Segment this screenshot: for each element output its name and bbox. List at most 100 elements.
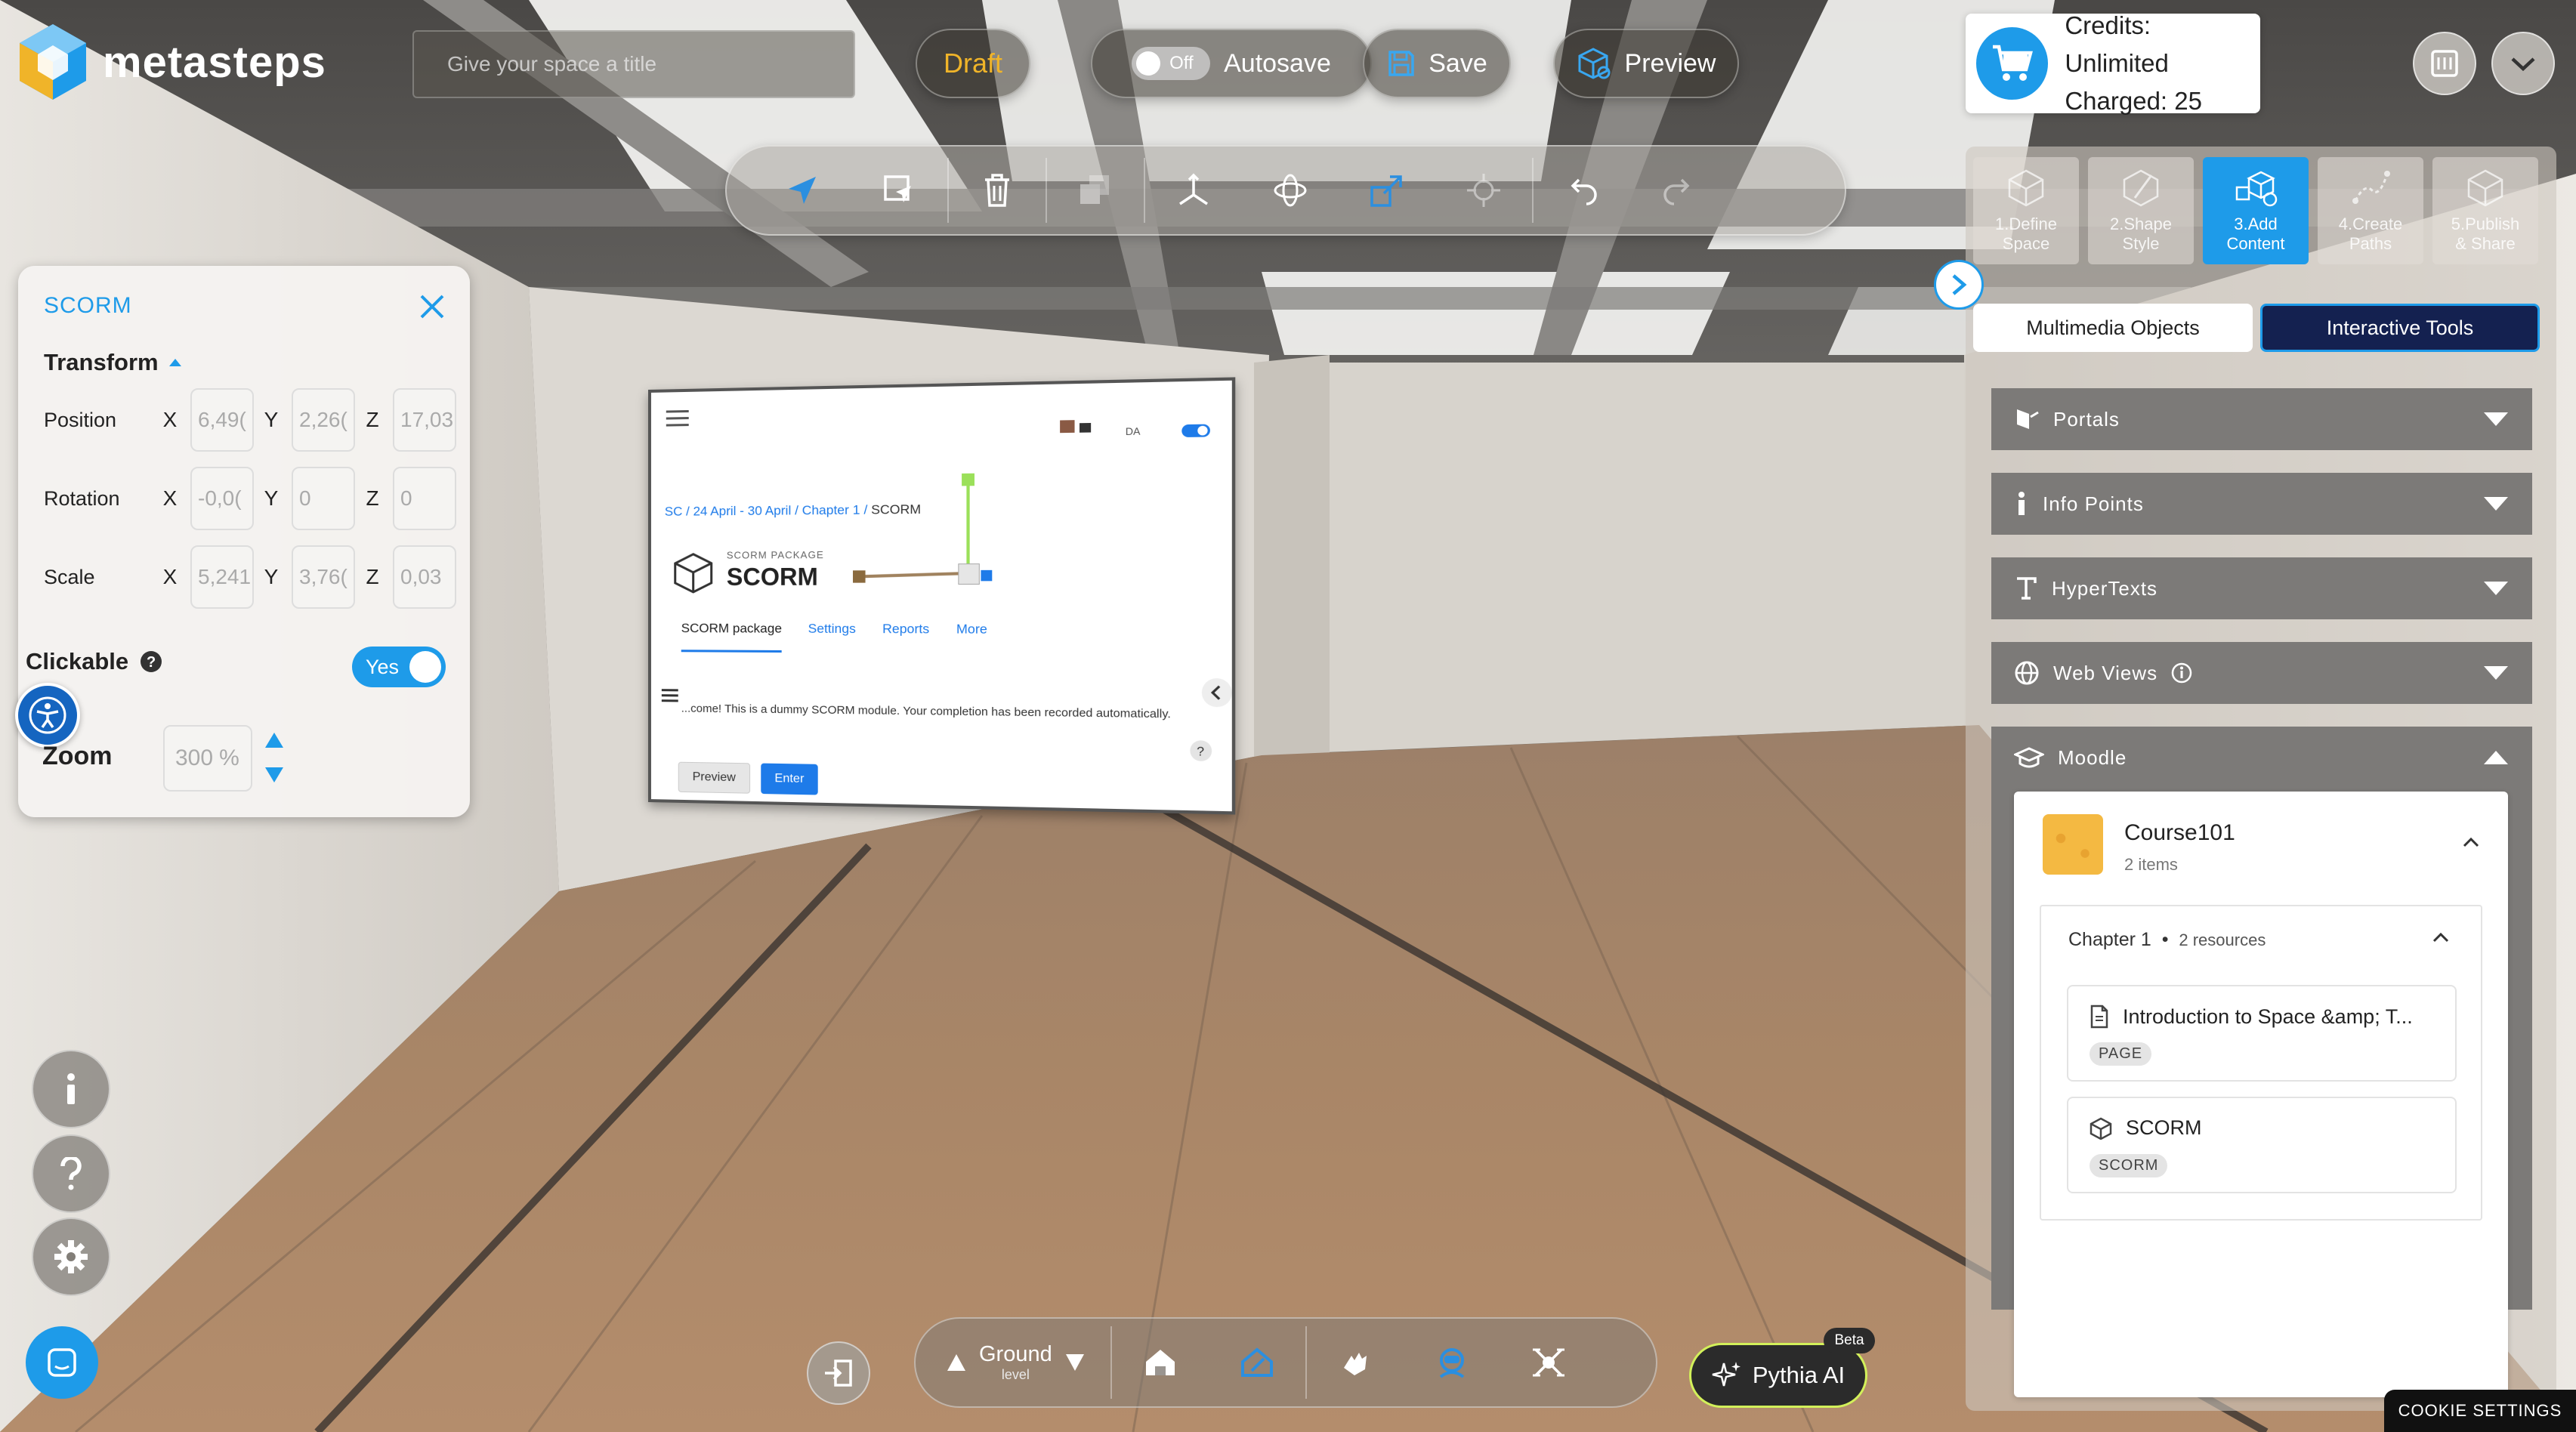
autosave-switch[interactable]: Off	[1132, 47, 1211, 80]
chevron-down-icon	[2484, 582, 2508, 595]
tool-select[interactable]	[754, 153, 851, 228]
position-row: Position X 6,49( Y 2,26( Z 17,03	[44, 388, 456, 452]
scorm-preview-button[interactable]: Preview	[678, 761, 751, 794]
position-y-input[interactable]: 2,26(	[292, 388, 355, 452]
accessibility-icon	[29, 696, 66, 734]
rotation-y-input[interactable]: 0	[292, 467, 355, 530]
course-item-count: 2 items	[2124, 855, 2178, 874]
scorm-preview-screen[interactable]: DA SC / 24 April - 30 April / Chapter 1 …	[648, 377, 1236, 815]
building-button[interactable]	[2413, 32, 2476, 95]
tool-undo[interactable]	[1534, 153, 1630, 228]
logo-text: metasteps	[103, 37, 326, 87]
text-icon	[2017, 577, 2037, 600]
step-add-content[interactable]: 3.Add Content	[2203, 157, 2309, 264]
section-hypertexts[interactable]: HyperTexts	[1991, 557, 2532, 619]
zoom-stepper-icon[interactable]	[263, 730, 286, 785]
tool-rotate[interactable]	[1242, 153, 1339, 228]
resource-item-page[interactable]: Introduction to Space &amp; T... PAGE	[2067, 985, 2457, 1082]
tab-multimedia-objects[interactable]: Multimedia Objects	[1973, 304, 2253, 352]
level-up-icon[interactable]	[946, 1353, 967, 1372]
chat-button[interactable]	[26, 1326, 98, 1399]
chapter-collapse-button[interactable]	[2431, 930, 2451, 948]
chevron-up-icon	[2463, 837, 2479, 847]
scorm-tab-settings[interactable]: Settings	[808, 622, 856, 653]
transform-gizmo[interactable]	[834, 471, 1024, 605]
help-button[interactable]	[32, 1134, 110, 1213]
rotation-x-input[interactable]: -0,0(	[190, 467, 254, 530]
logo[interactable]: metasteps	[18, 23, 326, 101]
section-info-points[interactable]: Info Points	[1991, 473, 2532, 535]
list-icon	[661, 689, 678, 702]
scorm-tab-more[interactable]: More	[956, 622, 987, 654]
close-icon	[420, 295, 444, 319]
scale-y-input[interactable]: 3,76(	[292, 545, 355, 609]
define-space-icon	[2008, 169, 2044, 207]
rotation-z-input[interactable]: 0	[393, 467, 456, 530]
scale-z-input[interactable]: 0,03	[393, 545, 456, 609]
clickable-toggle[interactable]: Yes	[352, 647, 446, 687]
view-drone-button[interactable]	[1500, 1325, 1597, 1400]
drawer-toggle-icon[interactable]	[1200, 677, 1234, 709]
chapter-header[interactable]: Chapter 1 • 2 resources	[2068, 929, 2266, 951]
position-x-input[interactable]: 6,49(	[190, 388, 254, 452]
clickable-row: Clickable ?	[26, 648, 163, 675]
cookie-settings-button[interactable]: COOKIE SETTINGS	[2384, 1390, 2576, 1432]
view-room-button[interactable]	[1209, 1325, 1305, 1400]
tab-interactive-tools[interactable]: Interactive Tools	[2260, 304, 2540, 352]
tool-translate[interactable]	[1145, 153, 1242, 228]
collapse-panel-button[interactable]	[1934, 260, 1984, 310]
view-hand-button[interactable]	[1307, 1325, 1404, 1400]
exit-door-icon	[825, 1359, 852, 1387]
scorm-enter-button[interactable]: Enter	[761, 763, 818, 795]
help-circle-icon[interactable]: ?	[139, 650, 163, 674]
chevron-down-icon	[2484, 497, 2508, 511]
step-publish-share[interactable]: 5.Publish & Share	[2432, 157, 2538, 264]
move-pointer-icon	[884, 175, 911, 202]
select-arrow-icon	[789, 177, 816, 204]
step-define-space[interactable]: 1.Define Space	[1973, 157, 2079, 264]
transform-section-toggle[interactable]: Transform	[44, 349, 183, 376]
section-moodle[interactable]: Moodle	[1991, 727, 2532, 789]
account-menu-button[interactable]	[2491, 32, 2555, 95]
space-title-input[interactable]	[412, 30, 855, 98]
level-switcher[interactable]: Ground level	[946, 1342, 1110, 1383]
save-icon	[1388, 51, 1414, 76]
scale-x-input[interactable]: 5,241	[190, 545, 254, 609]
position-z-input[interactable]: 17,03	[393, 388, 456, 452]
section-portals[interactable]: Portals	[1991, 388, 2532, 450]
step-shape-style[interactable]: 2.Shape Style	[2088, 157, 2194, 264]
zoom-input[interactable]: 300 %	[163, 725, 252, 792]
bottom-navigation-bar: Ground level	[914, 1317, 1657, 1408]
tool-redo[interactable]	[1630, 153, 1727, 228]
tool-scale[interactable]	[1339, 153, 1435, 228]
info-circle-icon[interactable]	[2171, 662, 2192, 684]
view-avatar-button[interactable]	[1404, 1325, 1500, 1400]
draft-button[interactable]: Draft	[916, 29, 1030, 98]
hamburger-menu-icon	[666, 409, 689, 427]
settings-button[interactable]	[32, 1218, 110, 1296]
info-button[interactable]	[32, 1050, 110, 1128]
wizard-steps: 1.Define Space 2.Shape Style 3.Add Content …	[1973, 157, 2538, 264]
autosave-toggle[interactable]: Off Autosave	[1091, 29, 1372, 98]
caret-up-icon	[168, 359, 181, 366]
section-web-views[interactable]: Web Views	[1991, 642, 2532, 704]
tool-pointer[interactable]	[851, 153, 947, 228]
step-create-paths[interactable]: 4.Create Paths	[2318, 157, 2423, 264]
scorm-tab-package[interactable]: SCORM package	[681, 621, 782, 653]
resource-item-scorm[interactable]: SCORM SCORM	[2067, 1097, 2457, 1193]
tool-focus[interactable]	[1435, 153, 1532, 228]
level-down-icon[interactable]	[1064, 1353, 1086, 1372]
tool-delete[interactable]	[949, 153, 1046, 228]
view-house-button[interactable]	[1112, 1325, 1209, 1400]
save-button[interactable]: Save	[1363, 29, 1511, 98]
preview-button[interactable]: Preview	[1553, 29, 1739, 98]
package-icon	[2090, 1117, 2112, 1140]
tool-duplicate[interactable]	[1047, 153, 1144, 228]
accessibility-button[interactable]	[15, 683, 80, 748]
course-collapse-button[interactable]	[2461, 835, 2481, 853]
chevron-right-icon	[1952, 274, 1967, 295]
close-panel-button[interactable]	[419, 293, 446, 324]
help-icon[interactable]: ?	[1188, 739, 1213, 763]
exit-button[interactable]	[807, 1341, 870, 1405]
scorm-tab-reports[interactable]: Reports	[882, 622, 929, 653]
